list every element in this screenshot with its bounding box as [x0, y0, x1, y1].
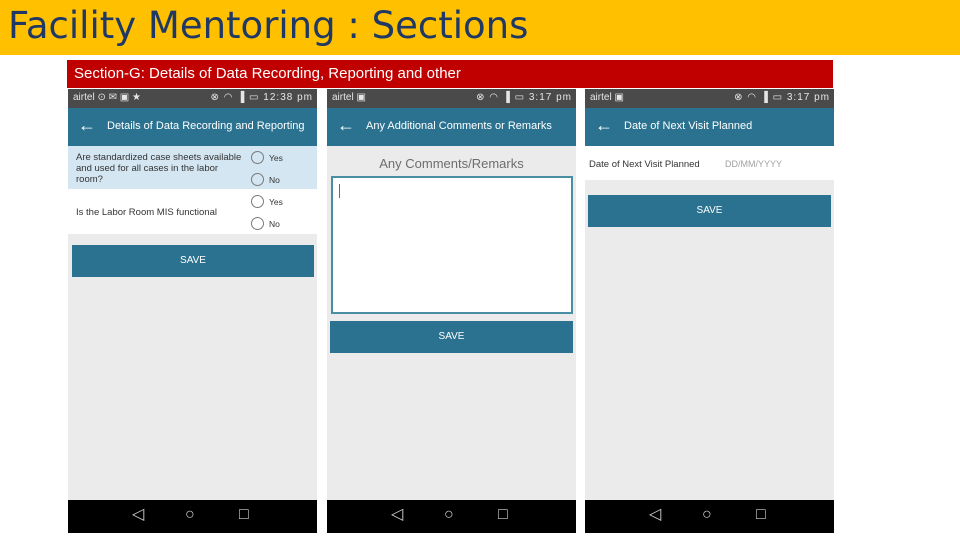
question-case-sheets: Are standardized case sheets available a…: [68, 146, 317, 189]
carrier-label: airtel: [332, 92, 354, 103]
date-label: Date of Next Visit Planned: [589, 159, 700, 170]
comments-textarea[interactable]: [331, 176, 573, 314]
date-input[interactable]: DD/MM/YYYY: [725, 159, 782, 169]
save-button[interactable]: SAVE: [72, 245, 314, 277]
android-nav-bar: ◁ ○ □: [68, 500, 317, 533]
nav-back-icon[interactable]: ◁: [132, 506, 144, 524]
question-text: Is the Labor Room MIS functional: [76, 207, 217, 218]
nav-recent-icon[interactable]: □: [239, 506, 249, 524]
phone-screen-comments: airtel ▣ ⊗ ◠ ▐ ▭ 3:17 pm ← Any Additiona…: [327, 89, 576, 533]
radio-yes-label: Yes: [269, 197, 283, 207]
save-button[interactable]: SAVE: [588, 195, 831, 227]
section-label: Section-G: Details of Data Recording, Re…: [74, 65, 461, 82]
status-bar: airtel ▣ ⊗ ◠ ▐ ▭ 3:17 pm: [327, 89, 576, 108]
radio-yes[interactable]: [251, 195, 264, 208]
status-bar: airtel ▣ ⊗ ◠ ▐ ▭ 3:17 pm: [585, 89, 834, 108]
nav-home-icon[interactable]: ○: [444, 506, 454, 524]
back-arrow-icon[interactable]: ←: [595, 116, 613, 134]
nav-home-icon[interactable]: ○: [185, 506, 195, 524]
next-visit-date-row: Date of Next Visit Planned DD/MM/YYYY: [585, 146, 834, 180]
nav-home-icon[interactable]: ○: [702, 506, 712, 524]
slide-title: Facility Mentoring : Sections: [8, 4, 529, 47]
signal-battery-icons: ⊗ ◠ ▐ ▭: [210, 92, 260, 103]
question-text: Are standardized case sheets available a…: [76, 152, 242, 185]
carrier-label: airtel: [590, 92, 612, 103]
status-time: 12:38 pm: [263, 92, 313, 103]
app-bar: ← Details of Data Recording and Reportin…: [68, 108, 317, 146]
notification-icons: ▣: [614, 92, 624, 103]
radio-yes-label: Yes: [269, 153, 283, 163]
back-arrow-icon[interactable]: ←: [337, 116, 355, 134]
app-bar: ← Date of Next Visit Planned: [585, 108, 834, 146]
notification-icons: ⊙ ✉ ▣ ★: [97, 92, 141, 103]
android-nav-bar: ◁ ○ □: [585, 500, 834, 533]
nav-back-icon[interactable]: ◁: [649, 506, 661, 524]
save-button[interactable]: SAVE: [330, 321, 573, 353]
status-bar: airtel ⊙ ✉ ▣ ★ ⊗ ◠ ▐ ▭ 12:38 pm: [68, 89, 317, 108]
signal-battery-icons: ⊗ ◠ ▐ ▭: [476, 92, 526, 103]
notification-icons: ▣: [356, 92, 366, 103]
question-labor-room-mis: Is the Labor Room MIS functional Yes No: [68, 189, 317, 234]
radio-no[interactable]: [251, 173, 264, 186]
radio-yes[interactable]: [251, 151, 264, 164]
status-time: 3:17 pm: [786, 92, 830, 103]
app-bar-title: Date of Next Visit Planned: [624, 120, 753, 132]
section-banner: Section-G: Details of Data Recording, Re…: [67, 60, 833, 88]
nav-recent-icon[interactable]: □: [498, 506, 508, 524]
android-nav-bar: ◁ ○ □: [327, 500, 576, 533]
back-arrow-icon[interactable]: ←: [78, 116, 96, 134]
radio-no-label: No: [269, 175, 280, 185]
nav-recent-icon[interactable]: □: [756, 506, 766, 524]
carrier-label: airtel: [73, 92, 95, 103]
app-bar: ← Any Additional Comments or Remarks: [327, 108, 576, 146]
app-bar-title: Any Additional Comments or Remarks: [366, 120, 552, 132]
status-time: 3:17 pm: [528, 92, 572, 103]
text-cursor: [339, 184, 340, 198]
app-bar-title: Details of Data Recording and Reporting: [107, 120, 305, 132]
signal-battery-icons: ⊗ ◠ ▐ ▭: [734, 92, 784, 103]
radio-no-label: No: [269, 219, 280, 229]
comments-label: Any Comments/Remarks: [379, 156, 524, 171]
phone-screen-next-visit: airtel ▣ ⊗ ◠ ▐ ▭ 3:17 pm ← Date of Next …: [585, 89, 834, 533]
slide-title-bar: Facility Mentoring : Sections: [0, 0, 960, 55]
radio-no[interactable]: [251, 217, 264, 230]
nav-back-icon[interactable]: ◁: [391, 506, 403, 524]
phone-screen-data-recording: airtel ⊙ ✉ ▣ ★ ⊗ ◠ ▐ ▭ 12:38 pm ← Detail…: [68, 89, 317, 533]
